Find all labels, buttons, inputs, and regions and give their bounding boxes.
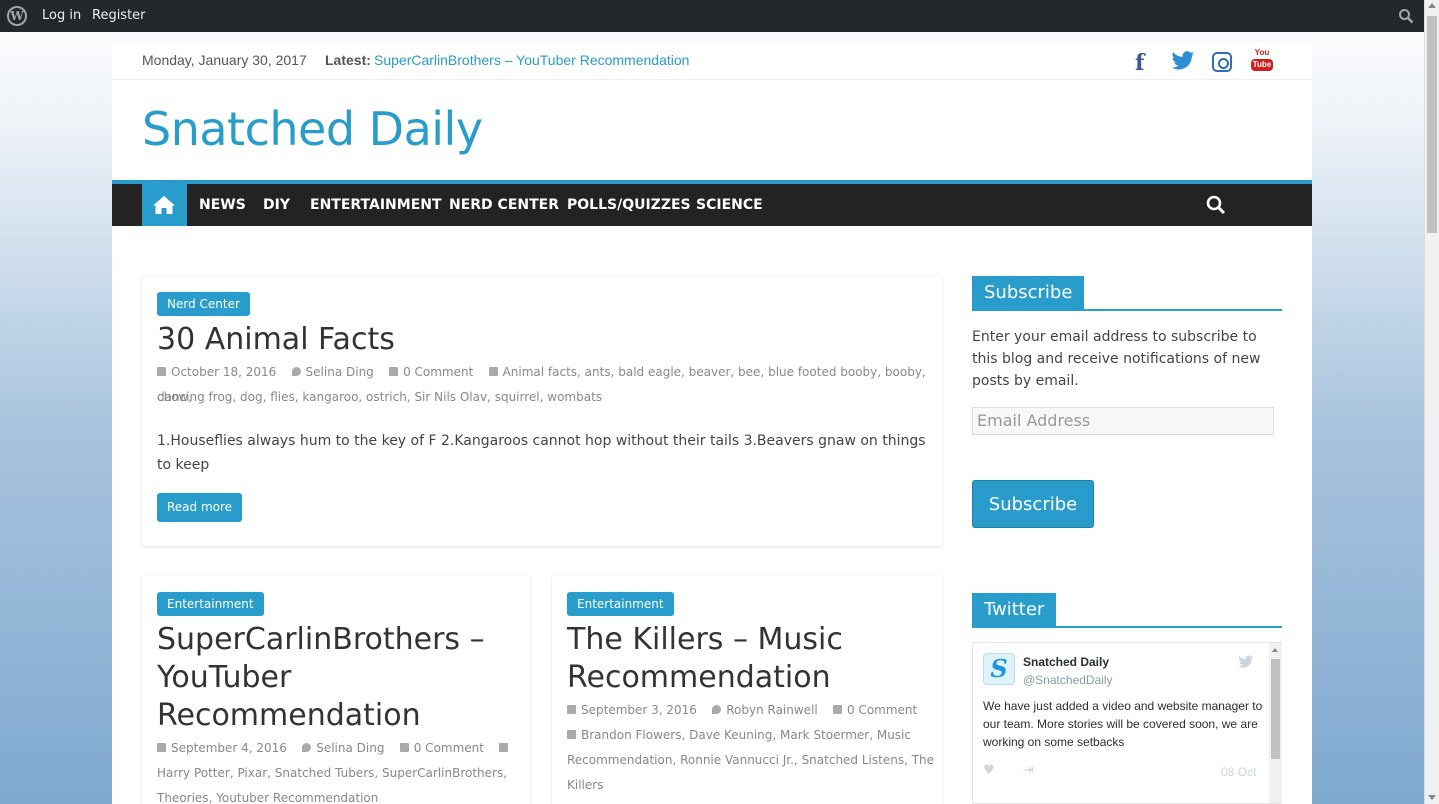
post-tags-line[interactable]: Brandon Flowers, Dave Keuning, Mark Stoe… <box>581 728 911 742</box>
youtube-icon-top: You <box>1254 48 1270 57</box>
admin-bar: W Log in Register <box>0 0 1424 32</box>
current-date: Monday, January 30, 2017 <box>142 52 307 68</box>
nav-item-science[interactable]: SCIENCE <box>696 197 763 213</box>
admin-search-icon[interactable] <box>1398 8 1414 24</box>
user-icon <box>302 743 312 752</box>
share-icon[interactable]: ⇥ <box>1023 763 1034 778</box>
scroll-down-icon[interactable] <box>1428 795 1436 800</box>
subscribe-heading: Subscribe <box>972 276 1085 311</box>
nav-item-nerd-center[interactable]: NERD CENTER <box>449 197 559 213</box>
post-author[interactable]: Robyn Rainwell <box>726 703 818 717</box>
post-title[interactable]: SuperCarlinBrothers – YouTuber Recommend… <box>157 621 485 735</box>
post-title-line: Recommendation <box>567 660 831 695</box>
post-title[interactable]: The Killers – Music Recommendation <box>567 621 843 697</box>
instagram-icon[interactable] <box>1212 52 1232 72</box>
timeline-scrollbar-thumb[interactable] <box>1271 659 1280 759</box>
post-card: Nerd Center 30 Animal Facts October 18, … <box>142 276 942 546</box>
tweet-author-name[interactable]: Snatched Daily <box>1023 655 1109 669</box>
nav-item-news[interactable]: NEWS <box>199 197 246 213</box>
page-scrollbar[interactable] <box>1424 0 1439 804</box>
avatar[interactable]: S <box>983 653 1015 685</box>
scroll-up-icon[interactable] <box>1428 3 1436 8</box>
subscribe-button[interactable]: Subscribe <box>972 480 1094 528</box>
page-container: Monday, January 30, 2017 Latest: SuperCa… <box>112 42 1312 804</box>
home-icon <box>153 196 175 214</box>
calendar-icon <box>157 743 166 752</box>
category-badge[interactable]: Entertainment <box>157 592 264 616</box>
tweet-text: We have just added a video and website m… <box>983 699 1263 749</box>
top-bar: Monday, January 30, 2017 Latest: SuperCa… <box>112 42 1312 80</box>
post-author[interactable]: Selina Ding <box>316 741 384 755</box>
post-meta: September 3, 2016 Robyn Rainwell 0 Comme… <box>567 698 917 723</box>
post-title-line: Recommendation <box>157 698 421 733</box>
email-field[interactable]: Email Address <box>972 407 1274 435</box>
post-tags[interactable]: Harry Potter, Pixar, Snatched Tubers, Su… <box>157 761 507 786</box>
scrollbar-thumb[interactable] <box>1427 16 1437 233</box>
wordpress-logo-icon[interactable]: W <box>7 6 27 26</box>
calendar-icon <box>157 367 166 376</box>
tag-icon <box>567 730 576 739</box>
latest-post-link[interactable]: SuperCarlinBrothers – YouTuber Recommend… <box>374 52 689 68</box>
excerpt-line: 1.Houseflies always hum to the key of F … <box>157 433 926 449</box>
user-icon <box>712 705 722 714</box>
post-tags[interactable]: Brandon Flowers, Dave Keuning, Mark Stoe… <box>567 723 911 748</box>
post-tags-continued[interactable]: Killers <box>567 773 603 798</box>
post-title-line: SuperCarlinBrothers – <box>157 622 485 657</box>
timeline-scroll-up-icon[interactable] <box>1272 648 1278 652</box>
home-button[interactable] <box>142 184 187 226</box>
youtube-icon-bottom: Tube <box>1251 59 1273 71</box>
tweet-author-handle[interactable]: @SnatchedDaily <box>1023 673 1113 687</box>
comment-icon <box>833 705 842 714</box>
post-card: Entertainment The Killers – Music Recomm… <box>552 576 942 804</box>
nav-item-diy[interactable]: DIY <box>263 197 290 213</box>
post-tags-continued[interactable]: Recommendation, Ronnie Vannucci Jr., Sna… <box>567 748 934 773</box>
latest-label: Latest: <box>325 52 371 68</box>
user-icon <box>291 367 301 376</box>
nav-item-entertainment[interactable]: ENTERTAINMENT <box>310 197 442 213</box>
twitter-bird-icon[interactable] <box>1238 655 1254 669</box>
post-title[interactable]: 30 Animal Facts <box>157 321 395 359</box>
site-title[interactable]: Snatched Daily <box>142 102 483 156</box>
comment-icon <box>389 367 399 376</box>
post-excerpt: 1.Houseflies always hum to the key of F … <box>157 429 926 477</box>
post-comments[interactable]: 0 Comment <box>414 741 484 755</box>
nav-search-icon[interactable] <box>1206 195 1226 215</box>
tag-icon <box>499 743 509 752</box>
twitter-widget-title: Twitter <box>972 593 1282 628</box>
facebook-icon[interactable]: f <box>1135 50 1144 76</box>
login-link[interactable]: Log in <box>42 8 81 23</box>
category-badge[interactable]: Nerd Center <box>157 292 250 316</box>
read-more-button[interactable]: Read more <box>157 493 243 522</box>
post-tags-continued[interactable]: Theories, Youtuber Recommendation <box>157 786 378 804</box>
post-date[interactable]: September 4, 2016 <box>171 741 287 755</box>
post-date[interactable]: September 3, 2016 <box>581 703 697 717</box>
twitter-timeline: S Snatched Daily @SnatchedDaily We have … <box>972 642 1282 804</box>
twitter-heading: Twitter <box>972 593 1057 628</box>
post-meta: September 4, 2016 Selina Ding 0 Comment <box>157 736 513 761</box>
register-link[interactable]: Register <box>92 8 146 23</box>
subscribe-widget-title: Subscribe <box>972 276 1282 311</box>
like-heart-icon[interactable]: ♥ <box>983 763 995 778</box>
tag-icon <box>488 367 498 376</box>
nav-item-polls-quizzes[interactable]: POLLS/QUIZZES <box>567 197 691 213</box>
post-title-line: The Killers – Music <box>567 622 843 657</box>
tweet-date[interactable]: 08 Oct <box>1221 765 1256 779</box>
calendar-icon <box>567 705 576 714</box>
category-badge[interactable]: Entertainment <box>567 592 674 616</box>
post-card: Entertainment SuperCarlinBrothers – YouT… <box>142 576 530 804</box>
post-comments[interactable]: 0 Comment <box>847 703 917 717</box>
post-tags-continued[interactable]: dancing frog, dog, flies, kangaroo, ostr… <box>157 385 602 410</box>
post-title-line: YouTuber <box>157 660 292 695</box>
main-navigation: NEWS DIY ENTERTAINMENT NERD CENTER POLLS… <box>112 180 1312 226</box>
comment-icon <box>399 743 409 752</box>
subscribe-description: Enter your email address to subscribe to… <box>972 329 1261 389</box>
timeline-scrollbar[interactable] <box>1269 643 1282 803</box>
twitter-icon[interactable] <box>1171 50 1195 72</box>
youtube-icon[interactable]: You Tube <box>1251 48 1273 74</box>
post-comments[interactable]: 0 Comment <box>403 365 473 379</box>
post-date[interactable]: October 18, 2016 <box>171 365 276 379</box>
post-author[interactable]: Selina Ding <box>306 365 374 379</box>
excerpt-line: to keep <box>157 457 210 473</box>
